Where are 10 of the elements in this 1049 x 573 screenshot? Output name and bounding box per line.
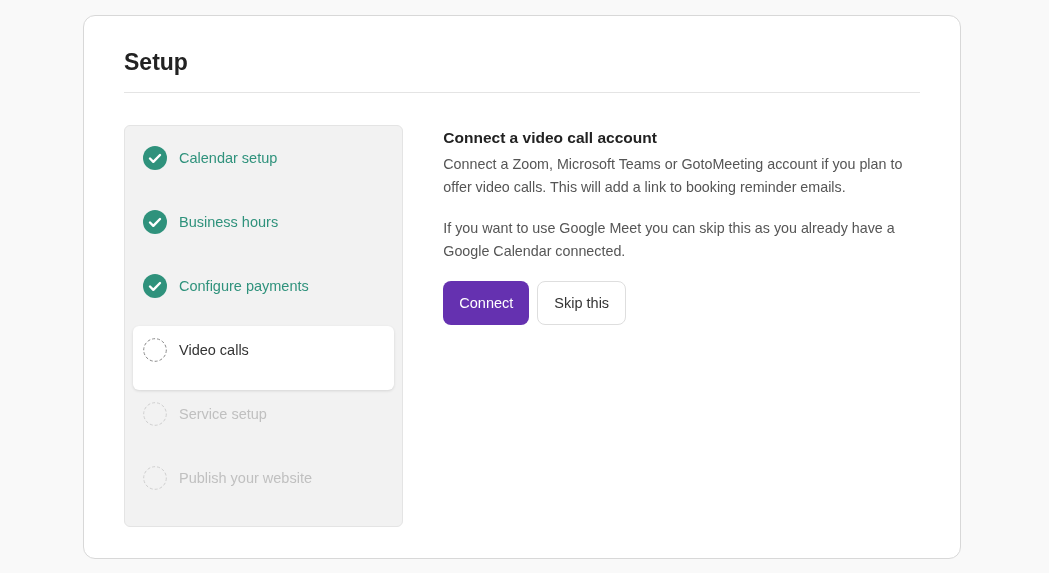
step-label[interactable]: Calendar setup	[179, 146, 278, 170]
skip-button[interactable]: Skip this	[537, 281, 627, 325]
description-text: Connect a Zoom, Microsoft Teams or GotoMeeting account if you plan to offer video calls. This will add a link to booking reminder emails.	[443, 155, 904, 197]
connect-button[interactable]: Connect	[443, 281, 530, 325]
step-label[interactable]: Business hours	[179, 210, 279, 234]
description-text: If you want to use Google Meet you can skip this as you already have a Google Calendar connected.	[443, 219, 896, 261]
page-title: Setup	[124, 46, 920, 93]
section-heading: Connect a video call account	[443, 128, 658, 148]
step-label[interactable]: Configure payments	[179, 274, 309, 298]
step-item[interactable]: Video calls	[133, 326, 395, 390]
